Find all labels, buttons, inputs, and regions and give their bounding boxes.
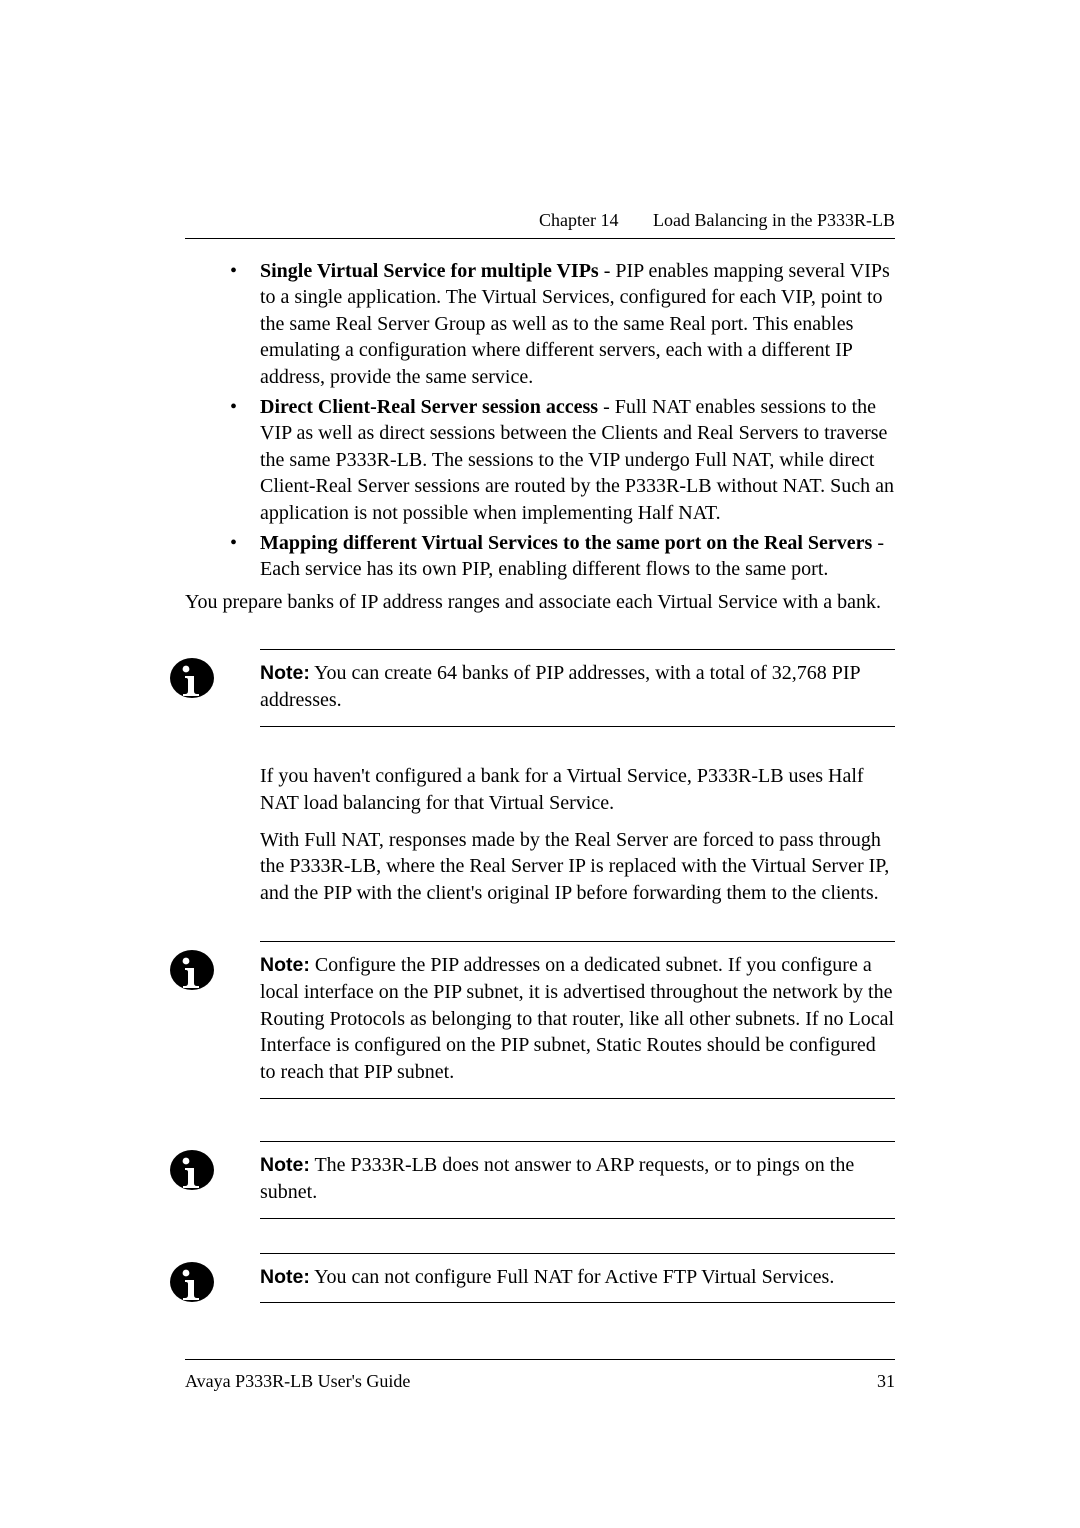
note-block: Note: The P333R-LB does not answer to AR… [260, 1141, 895, 1219]
note-label: Note: [260, 662, 310, 684]
footer-left: Avaya P333R-LB User's Guide [185, 1371, 410, 1392]
info-icon [170, 1148, 214, 1192]
note-body: You can create 64 banks of PIP addresses… [260, 662, 860, 711]
chapter-label: Chapter 14 [539, 210, 618, 230]
body-paragraph: You prepare banks of IP address ranges a… [185, 589, 895, 616]
page: Chapter 14 Load Balancing in the P333R-L… [0, 0, 1080, 1528]
note-label: Note: [260, 1266, 310, 1288]
note-body: You can not configure Full NAT for Activ… [310, 1266, 835, 1288]
note-text: Note: Configure the PIP addresses on a d… [260, 952, 895, 1086]
bullet-bold: Single Virtual Service for multiple VIPs [260, 260, 599, 282]
page-number: 31 [877, 1371, 895, 1392]
list-item: Mapping different Virtual Services to th… [260, 530, 895, 583]
chapter-title: Load Balancing in the P333R-LB [653, 210, 895, 230]
note-block: Note: Configure the PIP addresses on a d… [260, 941, 895, 1099]
bullet-bold: Mapping different Virtual Services to th… [260, 532, 872, 554]
header-rule [185, 238, 895, 239]
note-text: Note: You can create 64 banks of PIP add… [260, 660, 895, 714]
note-text: Note: The P333R-LB does not answer to AR… [260, 1152, 895, 1206]
page-header: Chapter 14 Load Balancing in the P333R-L… [539, 210, 895, 231]
note-block: Note: You can not configure Full NAT for… [260, 1253, 895, 1304]
note-label: Note: [260, 1154, 310, 1176]
info-icon [170, 948, 214, 992]
info-icon [170, 656, 214, 700]
note-block: Note: You can create 64 banks of PIP add… [260, 649, 895, 727]
note-label: Note: [260, 954, 310, 976]
note-body: Configure the PIP addresses on a dedicat… [260, 954, 894, 1083]
bullet-list: Single Virtual Service for multiple VIPs… [185, 258, 895, 583]
bullet-bold: Direct Client-Real Server session access [260, 396, 598, 418]
info-icon [170, 1260, 214, 1304]
body-paragraph: With Full NAT, responses made by the Rea… [260, 827, 895, 907]
note-body: The P333R-LB does not answer to ARP requ… [260, 1154, 854, 1203]
page-footer: Avaya P333R-LB User's Guide 31 [185, 1371, 895, 1392]
list-item: Direct Client-Real Server session access… [260, 394, 895, 526]
list-item: Single Virtual Service for multiple VIPs… [260, 258, 895, 390]
content: Single Virtual Service for multiple VIPs… [185, 258, 895, 1303]
footer-rule [185, 1359, 895, 1360]
note-text: Note: You can not configure Full NAT for… [260, 1264, 895, 1291]
body-paragraph: If you haven't configured a bank for a V… [260, 763, 895, 817]
